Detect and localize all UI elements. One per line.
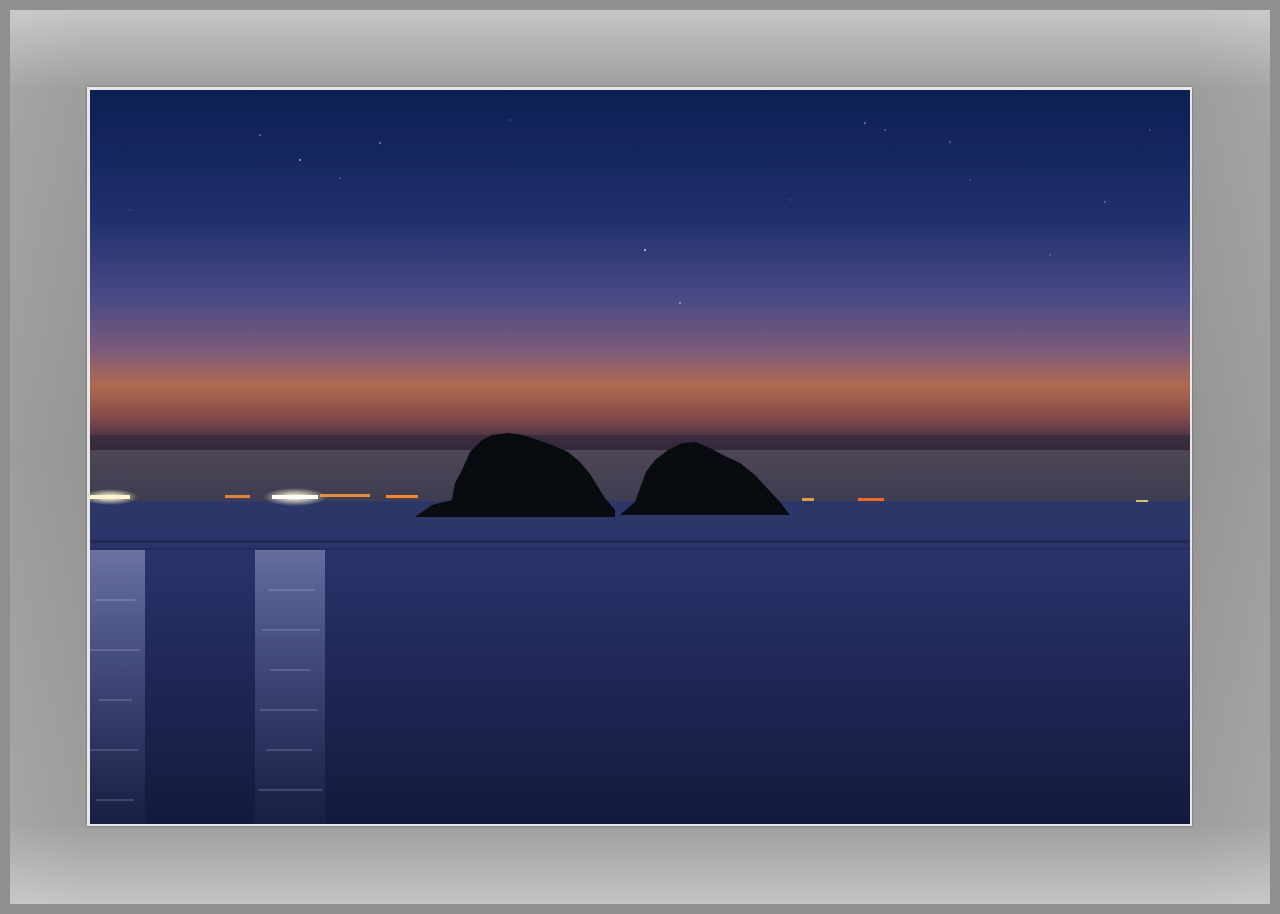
seascape-svg bbox=[90, 90, 1190, 824]
outer-frame bbox=[0, 0, 1280, 914]
night-seascape-photo bbox=[90, 90, 1190, 824]
sky bbox=[90, 90, 1190, 450]
